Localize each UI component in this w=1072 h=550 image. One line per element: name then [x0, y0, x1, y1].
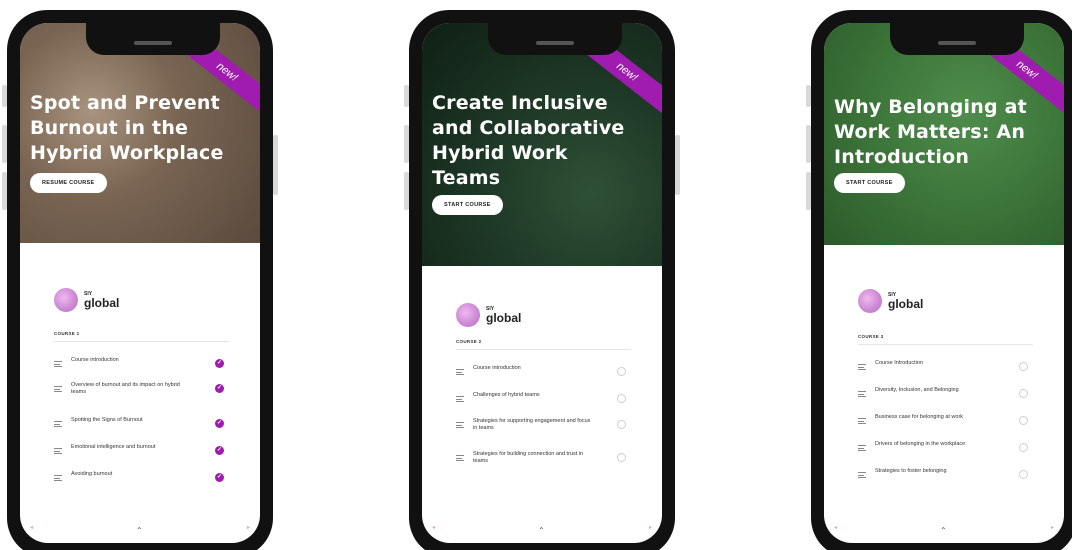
course-label: COURSE 2	[456, 339, 482, 344]
lesson-lines-icon	[456, 455, 464, 461]
phone-screen: Spot and Prevent Burnout in the Hybrid W…	[20, 23, 260, 543]
course-title: Create Inclusive and Collaborative Hybri…	[432, 92, 625, 189]
empty-circle-icon	[1019, 416, 1028, 425]
next-arrow-icon[interactable]: ▸	[247, 524, 250, 531]
chevron-up-icon[interactable]: ⌃	[136, 526, 143, 535]
phone-notch	[86, 23, 220, 55]
siy-global-logo-icon	[456, 303, 480, 327]
siy-global-logo-icon	[54, 288, 78, 312]
lesson-title: Strategies for building connection and t…	[473, 451, 584, 464]
lesson-item[interactable]: Avoiding burnout	[54, 471, 224, 491]
lesson-item[interactable]: Strategies for supporting engagement and…	[456, 418, 626, 438]
lesson-lines-icon	[456, 396, 464, 402]
course-label: COURSE 1	[54, 331, 80, 336]
lesson-item[interactable]: Strategies to foster belonging	[858, 468, 1028, 488]
phone-notch	[890, 23, 1024, 55]
phone-notch	[488, 23, 622, 55]
phone-course-1: Spot and Prevent Burnout in the Hybrid W…	[2, 10, 278, 550]
lesson-item[interactable]: Drivers of belonging in the workplace	[858, 441, 1028, 461]
empty-circle-icon	[617, 394, 626, 403]
lesson-title: Course Introduction	[875, 360, 923, 366]
lesson-title: Strategies for supporting engagement and…	[473, 418, 591, 431]
lesson-lines-icon	[858, 418, 866, 424]
side-button	[273, 135, 278, 195]
lesson-title: Business case for belonging at work	[875, 414, 964, 420]
course-title: Why Belonging at Work Matters: An Introd…	[834, 96, 1027, 168]
chevron-up-icon[interactable]: ⌃	[538, 526, 545, 535]
lesson-title: Avoiding burnout	[71, 471, 113, 477]
empty-circle-icon	[1019, 389, 1028, 398]
lesson-lines-icon	[858, 391, 866, 397]
lesson-item[interactable]: Overview of burnout and its impact on hy…	[54, 382, 224, 402]
previous-arrow-icon[interactable]: ◂	[432, 524, 435, 531]
phone-screen: Why Belonging at Work Matters: An Introd…	[824, 23, 1064, 543]
stage: Spot and Prevent Burnout in the Hybrid W…	[0, 0, 1072, 550]
lesson-lines-icon	[456, 369, 464, 375]
phone-frame: Create Inclusive and Collaborative Hybri…	[409, 10, 675, 550]
lesson-title: Drivers of belonging in the workplace	[875, 441, 966, 447]
siy-global-logo-icon	[858, 289, 882, 313]
lesson-title: Course introduction	[473, 365, 521, 371]
lesson-lines-icon	[54, 475, 62, 481]
empty-circle-icon	[617, 453, 626, 462]
lesson-title: Strategies to foster belonging	[875, 468, 947, 474]
lesson-item[interactable]: Business case for belonging at work	[858, 414, 1028, 434]
brand-logo: SIY global	[858, 289, 923, 313]
lesson-title: Challenges of hybrid teams	[473, 392, 540, 398]
lesson-item[interactable]: Emotional intelligence and burnout	[54, 444, 224, 464]
resume-course-button[interactable]: RESUME COURSE	[30, 173, 107, 193]
check-circle-icon	[215, 384, 224, 393]
lesson-lines-icon	[54, 386, 62, 392]
brand-logo: SIY global	[456, 303, 521, 327]
lesson-item[interactable]: Course introduction	[456, 365, 626, 385]
phone-course-2: Create Inclusive and Collaborative Hybri…	[404, 10, 680, 550]
lesson-title: Emotional intelligence and burnout	[71, 444, 156, 450]
side-button	[675, 135, 680, 195]
divider	[54, 341, 229, 342]
check-circle-icon	[215, 419, 224, 428]
empty-circle-icon	[1019, 362, 1028, 371]
lesson-item[interactable]: Course introduction	[54, 357, 224, 377]
empty-circle-icon	[1019, 443, 1028, 452]
brand-logo: SIY global	[54, 288, 119, 312]
lesson-lines-icon	[858, 364, 866, 370]
phone-screen: Create Inclusive and Collaborative Hybri…	[422, 23, 662, 543]
lesson-title: Diversity, Inclusion, and Belonging	[875, 387, 959, 393]
lesson-item[interactable]: Course Introduction	[858, 360, 1028, 380]
check-circle-icon	[215, 473, 224, 482]
lesson-item[interactable]: Challenges of hybrid teams	[456, 392, 626, 412]
lesson-title: Overview of burnout and its impact on hy…	[71, 382, 180, 395]
next-arrow-icon[interactable]: ▸	[1051, 524, 1054, 531]
lesson-lines-icon	[858, 445, 866, 451]
course-label: COURSE 3	[858, 334, 884, 339]
empty-circle-icon	[617, 367, 626, 376]
lesson-lines-icon	[456, 422, 464, 428]
start-course-button[interactable]: START COURSE	[432, 195, 503, 215]
phone-frame: Spot and Prevent Burnout in the Hybrid W…	[7, 10, 273, 550]
phone-frame: Why Belonging at Work Matters: An Introd…	[811, 10, 1072, 550]
previous-arrow-icon[interactable]: ◂	[834, 524, 837, 531]
lesson-lines-icon	[858, 472, 866, 478]
divider	[858, 344, 1033, 345]
phone-course-3: Why Belonging at Work Matters: An Introd…	[806, 10, 1072, 550]
lesson-title: Spotting the Signs of Burnout	[71, 417, 143, 423]
lesson-lines-icon	[54, 448, 62, 454]
chevron-up-icon[interactable]: ⌃	[940, 526, 947, 535]
empty-circle-icon	[617, 420, 626, 429]
lesson-item[interactable]: Strategies for building connection and t…	[456, 451, 626, 471]
lesson-lines-icon	[54, 361, 62, 367]
lesson-item[interactable]: Diversity, Inclusion, and Belonging	[858, 387, 1028, 407]
start-course-button[interactable]: START COURSE	[834, 173, 905, 193]
previous-arrow-icon[interactable]: ◂	[30, 524, 33, 531]
lesson-title: Course introduction	[71, 357, 119, 363]
divider	[456, 349, 631, 350]
next-arrow-icon[interactable]: ▸	[649, 524, 652, 531]
empty-circle-icon	[1019, 470, 1028, 479]
lesson-item[interactable]: Spotting the Signs of Burnout	[54, 417, 224, 437]
check-circle-icon	[215, 446, 224, 455]
check-circle-icon	[215, 359, 224, 368]
lesson-lines-icon	[54, 421, 62, 427]
course-title: Spot and Prevent Burnout in the Hybrid W…	[30, 92, 224, 164]
